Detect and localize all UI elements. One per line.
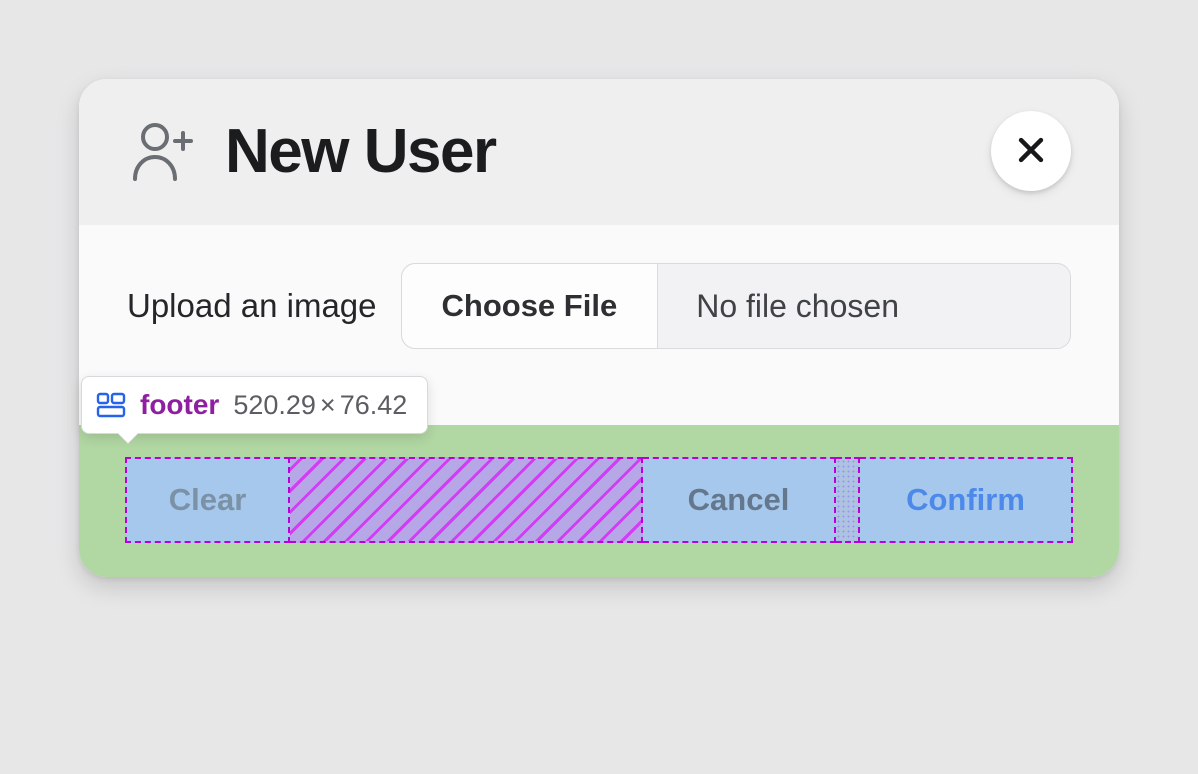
column-gap-highlight xyxy=(836,457,860,543)
confirm-button-label: Confirm xyxy=(860,459,1071,541)
footer-flex-highlight: Clear Cancel Confirm xyxy=(125,457,1073,543)
cancel-button[interactable]: Cancel xyxy=(643,457,836,543)
choose-file-button[interactable]: Choose File xyxy=(402,264,659,348)
dialog-title: New User xyxy=(225,116,991,187)
user-plus-icon xyxy=(127,119,199,183)
close-icon xyxy=(1014,133,1048,170)
upload-image-label: Upload an image xyxy=(127,287,377,325)
dimension-separator: × xyxy=(320,390,336,421)
dialog-footer: Clear Cancel Confirm xyxy=(79,425,1119,577)
tooltip-element-name: footer xyxy=(140,389,219,421)
clear-button[interactable]: Clear xyxy=(125,457,290,543)
tooltip-width: 520.29 xyxy=(233,390,316,420)
file-status-text: No file chosen xyxy=(658,264,1070,348)
file-picker: Choose File No file chosen xyxy=(401,263,1072,349)
devtools-tooltip: footer 520.29×76.42 xyxy=(81,376,428,434)
tooltip-height: 76.42 xyxy=(340,390,408,420)
confirm-button[interactable]: Confirm xyxy=(860,457,1073,543)
close-button[interactable] xyxy=(991,111,1071,191)
dialog-header: New User xyxy=(79,79,1119,225)
clear-button-label: Clear xyxy=(127,459,288,541)
new-user-dialog: New User Upload an image Choose File No … xyxy=(79,79,1119,577)
flex-icon xyxy=(96,392,126,418)
flex-spacer-highlight xyxy=(290,457,643,543)
cancel-button-label: Cancel xyxy=(643,459,834,541)
tooltip-dimensions: 520.29×76.42 xyxy=(233,390,407,421)
